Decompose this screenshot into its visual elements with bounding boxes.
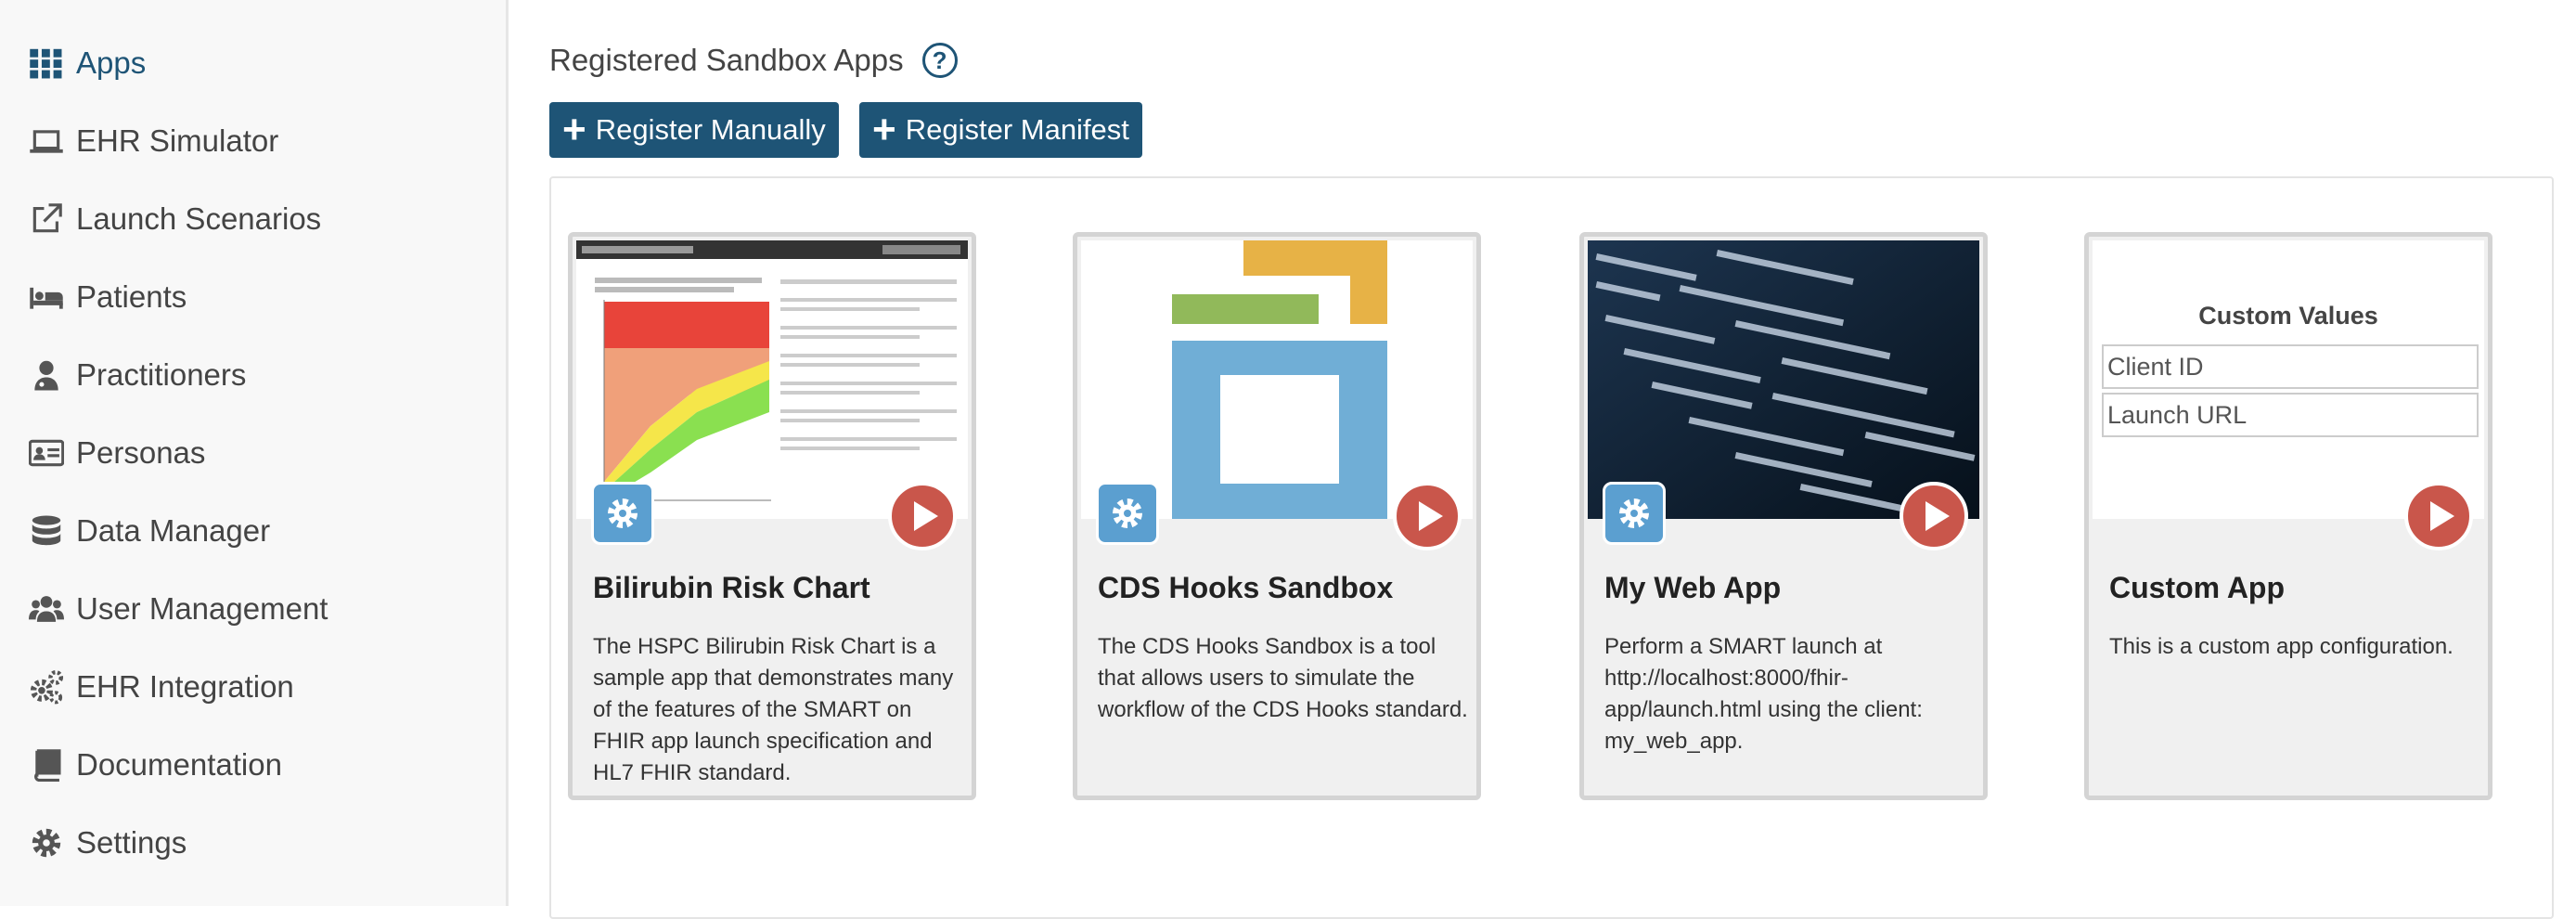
database-icon — [28, 512, 65, 550]
register-manifest-button[interactable]: + Register Manifest — [859, 102, 1142, 158]
sidebar-item-apps[interactable]: Apps — [28, 35, 146, 91]
sidebar-item-label: Practitioners — [76, 357, 247, 392]
app-card-custom-app[interactable]: Custom Values Custom App This is a custo… — [2084, 232, 2492, 800]
app-card-bilirubin[interactable]: Bilirubin Risk Chart The HSPC Bilirubin … — [568, 232, 976, 800]
app-description: This is a custom app configuration. — [2109, 634, 2454, 659]
plus-icon: + — [562, 107, 586, 152]
play-icon — [2430, 501, 2454, 531]
app-settings-gear-icon[interactable] — [1096, 482, 1159, 545]
id-card-icon — [28, 434, 65, 472]
main-content: Registered Sandbox Apps ? + Register Man… — [509, 0, 2576, 919]
sidebar-item-label: Launch Scenarios — [76, 201, 322, 236]
sidebar-item-settings[interactable]: Settings — [28, 815, 187, 871]
doctor-icon — [28, 356, 65, 394]
external-link-icon — [28, 201, 65, 238]
sidebar-item-label: EHR Simulator — [76, 123, 279, 158]
app-title: Bilirubin Risk Chart — [593, 571, 870, 604]
gear-icon — [28, 824, 65, 861]
launch-url-input[interactable] — [2102, 393, 2479, 437]
register-manifest-label: Register Manifest — [905, 113, 1129, 146]
sidebar-item-label: Patients — [76, 279, 187, 314]
app-thumbnail — [576, 240, 968, 519]
launch-app-play-button[interactable] — [1900, 482, 1968, 550]
sidebar-item-label: Data Manager — [76, 513, 271, 548]
sidebar-item-launch-scenarios[interactable]: Launch Scenarios — [28, 191, 321, 247]
sidebar-item-personas[interactable]: Personas — [28, 425, 205, 481]
sidebar-item-label: EHR Integration — [76, 669, 294, 704]
app-thumbnail — [1588, 240, 1979, 519]
app-description: The CDS Hooks Sandbox is a tool that all… — [1098, 634, 1468, 722]
play-icon — [914, 501, 938, 531]
play-icon — [1419, 501, 1443, 531]
bed-icon — [28, 278, 65, 316]
sidebar-item-label: Documentation — [76, 747, 282, 782]
grid-icon — [28, 45, 65, 82]
app-card-cds-hooks[interactable]: CDS Hooks Sandbox The CDS Hooks Sandbox … — [1073, 232, 1481, 800]
sidebar-item-label: Settings — [76, 825, 187, 860]
app-description: The HSPC Bilirubin Risk Chart is a sampl… — [593, 634, 954, 785]
custom-values-title: Custom Values — [2198, 302, 2378, 330]
plus-icon: + — [872, 107, 896, 152]
app-settings-gear-icon[interactable] — [591, 482, 654, 545]
page-title: Registered Sandbox Apps — [549, 43, 904, 77]
laptop-icon — [28, 123, 65, 160]
app-title: CDS Hooks Sandbox — [1098, 571, 1394, 604]
sidebar-item-label: Personas — [76, 435, 206, 470]
sidebar-item-data-manager[interactable]: Data Manager — [28, 503, 270, 559]
app-thumbnail — [1081, 240, 1473, 519]
sidebar-item-documentation[interactable]: Documentation — [28, 737, 282, 793]
register-manually-button[interactable]: + Register Manually — [549, 102, 839, 158]
users-icon — [28, 590, 65, 628]
question-circle-icon[interactable]: ? — [921, 43, 958, 78]
launch-app-play-button[interactable] — [1393, 482, 1462, 550]
app-settings-gear-icon[interactable] — [1603, 482, 1666, 545]
client-id-input[interactable] — [2102, 344, 2479, 389]
sidebar-item-ehr-integration[interactable]: EHR Integration — [28, 659, 294, 715]
launch-app-play-button[interactable] — [888, 482, 957, 550]
sidebar-item-label: User Management — [76, 591, 328, 626]
app-title: Custom App — [2109, 571, 2286, 604]
sidebar-item-ehr-simulator[interactable]: EHR Simulator — [28, 113, 278, 169]
app-card-my-web-app[interactable]: My Web App Perform a SMART launch at htt… — [1579, 232, 1988, 800]
custom-values-area: Custom Values — [2093, 240, 2484, 519]
launch-app-play-button[interactable] — [2404, 482, 2473, 550]
app-description: Perform a SMART launch at http://localho… — [1604, 634, 1923, 754]
play-icon — [1926, 501, 1950, 531]
sidebar-item-label: Apps — [76, 45, 147, 80]
sidebar: Apps EHR Simulator Launch Scenarios Pati… — [0, 0, 509, 906]
app-title: My Web App — [1604, 571, 1782, 604]
page-heading: Registered Sandbox Apps ? — [549, 43, 958, 78]
book-icon — [28, 746, 65, 783]
register-manually-label: Register Manually — [595, 113, 826, 146]
sidebar-item-practitioners[interactable]: Practitioners — [28, 347, 246, 403]
gears-icon — [28, 668, 65, 705]
sidebar-item-patients[interactable]: Patients — [28, 269, 187, 325]
sidebar-item-user-management[interactable]: User Management — [28, 581, 328, 637]
